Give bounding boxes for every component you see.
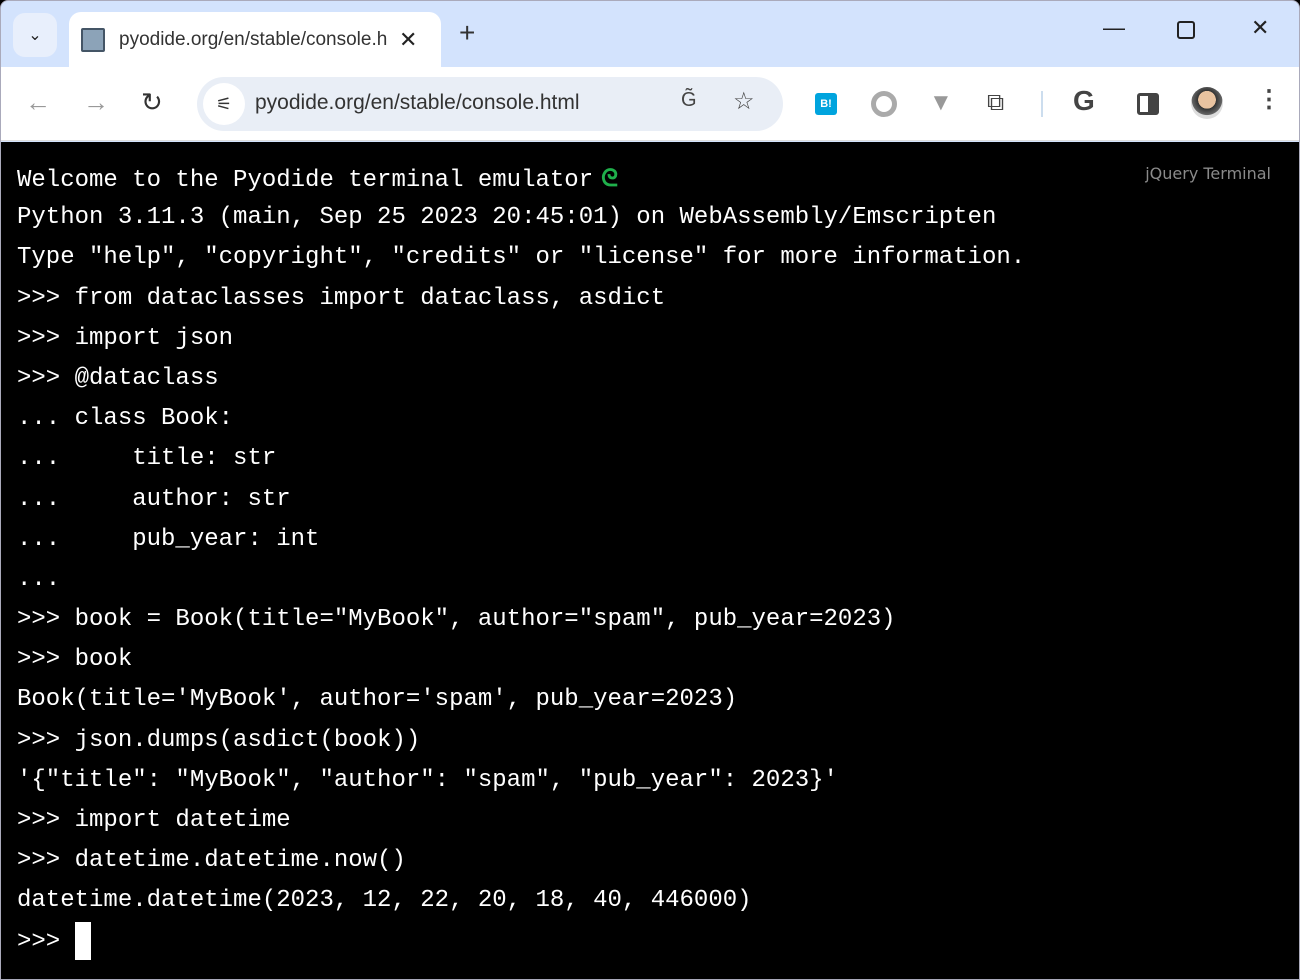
new-tab-icon[interactable]: +	[459, 17, 475, 49]
pyodide-logo-icon: ᘓ	[601, 164, 618, 192]
url-text[interactable]: pyodide.org/en/stable/console.html	[255, 91, 580, 115]
close-icon[interactable]: ✕	[399, 27, 417, 53]
tab-bar: ⌄ pyodide.org/en/stable/console.html ✕ +…	[1, 1, 1299, 68]
prompt: >>>	[17, 927, 75, 955]
window-close-icon[interactable]: ✕	[1251, 15, 1269, 41]
terminal-line: >>> book = Book(title="MyBook", author="…	[17, 606, 896, 634]
terminal-line: ... author: str	[17, 485, 291, 513]
terminal-line: Book(title='MyBook', author='spam', pub_…	[17, 686, 738, 714]
welcome-text: Welcome to the Pyodide terminal emulator	[17, 167, 594, 194]
terminal-line: '{"title": "MyBook", "author": "spam", "…	[17, 766, 838, 794]
translate-icon[interactable]: G̃	[681, 89, 697, 112]
minimize-icon[interactable]: —	[1103, 15, 1125, 41]
terminal-line: Python 3.11.3 (main, Sep 25 2023 20:45:0…	[17, 204, 997, 232]
terminal-prompt-line[interactable]: >>>	[17, 921, 1299, 962]
toolbar: ← → ↻ ⚟ pyodide.org/en/stable/console.ht…	[1, 67, 1299, 141]
browser-window: ⌄ pyodide.org/en/stable/console.html ✕ +…	[0, 0, 1300, 980]
extensions-puzzle-icon[interactable]: ⧉	[987, 89, 1004, 117]
terminal-line: ... class Book:	[17, 405, 234, 433]
terminal-line: >>> datetime.datetime.now()	[17, 847, 406, 875]
terminal-line: Type "help", "copyright", "credits" or "…	[17, 244, 1026, 272]
terminal[interactable]: jQuery Terminal Welcome to the Pyodide t…	[1, 142, 1299, 979]
terminal-line: >>> json.dumps(asdict(book))	[17, 726, 421, 754]
bookmark-star-icon[interactable]: ☆	[733, 87, 755, 116]
terminal-line: >>> book	[17, 646, 133, 674]
tab-active[interactable]: pyodide.org/en/stable/console.html ✕	[69, 12, 441, 68]
terminal-line: >>> @dataclass	[17, 364, 219, 392]
cursor	[74, 921, 91, 960]
profile-avatar[interactable]	[1191, 87, 1223, 119]
hatena-bookmark-icon[interactable]: B!	[815, 93, 837, 115]
side-panel-icon[interactable]	[1137, 93, 1159, 115]
tab-search-icon[interactable]: ⌄	[13, 13, 57, 57]
terminal-line: ...	[17, 565, 61, 593]
circle-extension-icon[interactable]	[871, 91, 897, 117]
jquery-terminal-badge[interactable]: jQuery Terminal	[1145, 164, 1271, 183]
terminal-line: >>> import json	[17, 324, 234, 352]
address-bar[interactable]: ⚟ pyodide.org/en/stable/console.html G̃ …	[197, 77, 783, 131]
terminal-line: ... pub_year: int	[17, 525, 320, 553]
menu-icon[interactable]: ⋮	[1257, 85, 1281, 114]
tab-favicon	[81, 28, 105, 52]
maximize-icon[interactable]	[1177, 21, 1195, 39]
toolbar-divider	[1041, 91, 1043, 117]
site-settings-icon[interactable]: ⚟	[203, 83, 245, 125]
tab-title: pyodide.org/en/stable/console.html	[119, 29, 387, 50]
terminal-line: Welcome to the Pyodide terminal emulator…	[17, 158, 1299, 198]
terminal-line: ... title: str	[17, 445, 277, 473]
google-icon[interactable]: G	[1073, 85, 1095, 117]
terminal-line: datetime.datetime(2023, 12, 22, 20, 18, …	[17, 887, 752, 915]
forward-icon[interactable]: →	[83, 87, 109, 118]
reload-icon[interactable]: ↻	[141, 87, 163, 118]
vivaldi-extension-icon[interactable]: ▼	[929, 89, 953, 117]
terminal-line: >>> from dataclasses import dataclass, a…	[17, 284, 666, 312]
back-icon[interactable]: ←	[25, 87, 51, 118]
terminal-line: >>> import datetime	[17, 807, 291, 834]
